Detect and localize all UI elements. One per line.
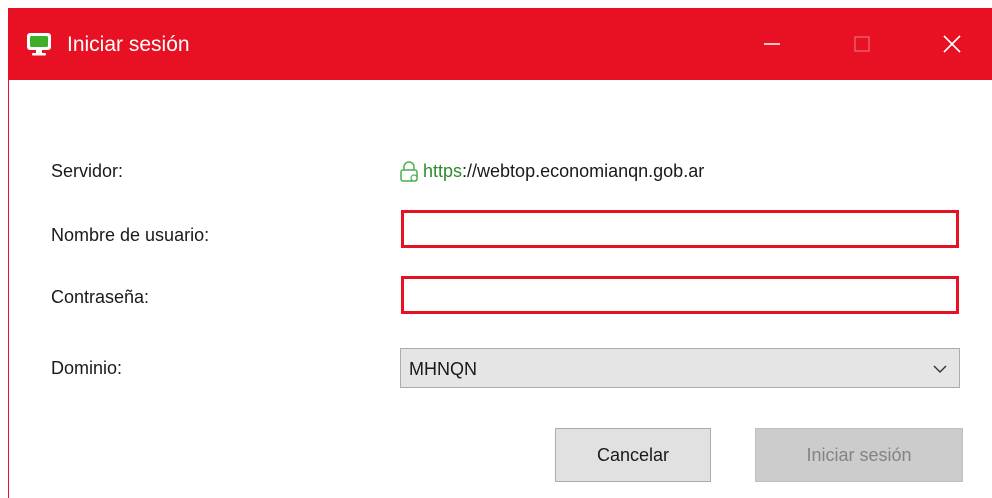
domain-label: Dominio: xyxy=(51,358,123,378)
title-bar[interactable]: Iniciar sesión xyxy=(9,8,992,80)
minimize-button[interactable] xyxy=(743,8,801,80)
domain-select[interactable]: MHNQN xyxy=(400,348,960,388)
server-url-host: ://webtop.economianqn.gob.ar xyxy=(462,161,705,181)
login-button[interactable]: Iniciar sesión xyxy=(755,428,963,482)
server-url: https://webtop.economianqn.gob.ar xyxy=(399,160,704,182)
close-icon xyxy=(943,35,961,53)
maximize-button[interactable] xyxy=(833,8,891,80)
password-label: Contraseña: xyxy=(51,287,150,307)
login-window: Iniciar sesión Servidor: https://webtop.… xyxy=(8,8,992,498)
minimize-icon xyxy=(764,43,780,45)
password-field-wrapper xyxy=(401,276,959,314)
monitor-icon xyxy=(27,33,51,56)
server-url-scheme: https xyxy=(423,161,463,181)
lock-icon xyxy=(400,161,418,182)
close-button[interactable] xyxy=(923,8,981,80)
cancel-button[interactable]: Cancelar xyxy=(555,428,711,482)
window-title: Iniciar sesión xyxy=(67,33,190,56)
chevron-down-icon xyxy=(933,365,947,373)
server-label: Servidor: xyxy=(51,161,124,181)
username-input[interactable] xyxy=(404,213,956,245)
username-label: Nombre de usuario: xyxy=(51,225,210,245)
password-input[interactable] xyxy=(404,279,956,311)
maximize-icon xyxy=(854,36,870,52)
username-field-wrapper xyxy=(401,210,959,248)
domain-selected-value: MHNQN xyxy=(409,359,477,379)
